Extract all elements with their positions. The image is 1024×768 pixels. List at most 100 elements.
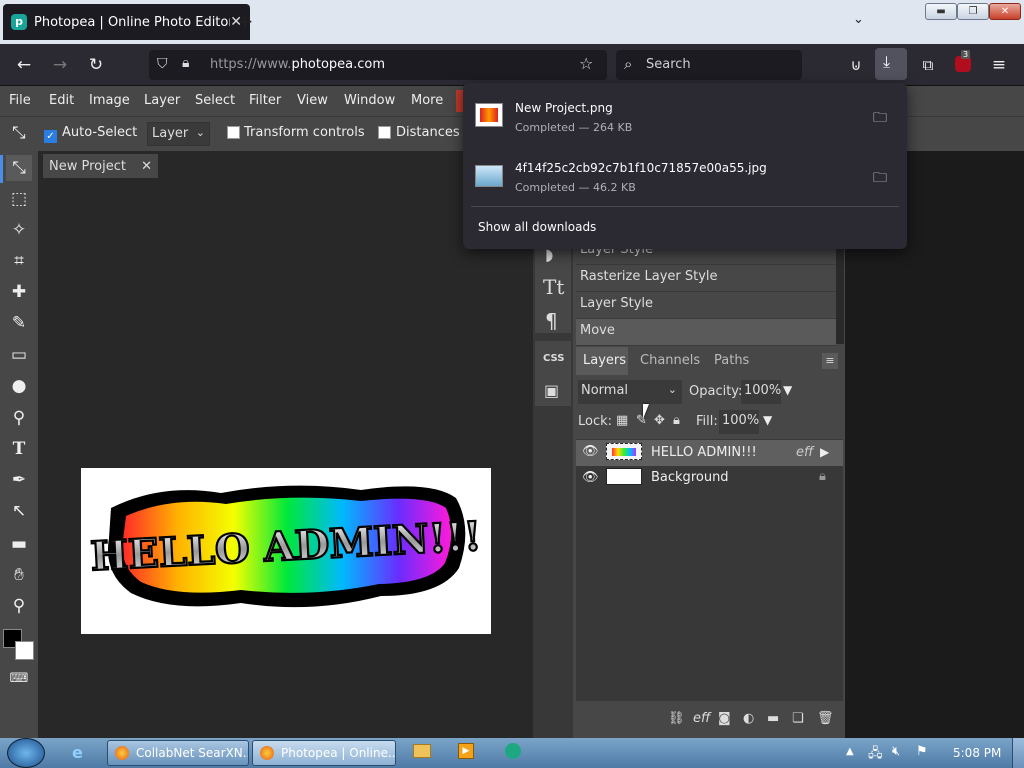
- reload-icon[interactable]: ↻: [82, 51, 110, 79]
- show-in-folder-icon[interactable]: 🗀︎: [873, 167, 887, 191]
- visibility-eye-icon[interactable]: 👁︎: [582, 470, 599, 485]
- menu-select[interactable]: Select: [195, 93, 235, 108]
- document-tab[interactable]: New Project ✕: [43, 154, 158, 178]
- blend-mode-dropdown[interactable]: Normal ⌄: [578, 380, 682, 404]
- start-button[interactable]: [7, 738, 45, 768]
- new-layer-icon[interactable]: ❏: [792, 711, 804, 726]
- media-player-icon[interactable]: ▶: [458, 743, 474, 759]
- history-scrollbar[interactable]: [836, 240, 844, 344]
- new-group-folder-icon[interactable]: ▬: [767, 711, 779, 726]
- path-select-icon[interactable]: ↖: [6, 498, 32, 524]
- opacity-input[interactable]: 100%: [741, 380, 781, 404]
- transform-controls-checkbox[interactable]: [227, 126, 240, 141]
- fill-input[interactable]: 100%: [719, 410, 759, 434]
- download-item[interactable]: New Project.png Completed — 264 KB 🗀︎: [471, 87, 899, 143]
- auto-select-checkbox[interactable]: ✓: [44, 126, 57, 143]
- tab-channels[interactable]: Channels: [640, 353, 700, 368]
- pocket-icon[interactable]: ⊍: [842, 51, 870, 79]
- blur-drop-icon[interactable]: ●: [6, 373, 32, 399]
- lock-all-icon[interactable]: 🔒︎: [673, 413, 680, 428]
- show-all-downloads-link[interactable]: Show all downloads: [478, 220, 596, 234]
- back-arrow-icon[interactable]: ←: [10, 51, 38, 79]
- document-canvas[interactable]: HELLO ADMIN!!!: [81, 468, 491, 634]
- auto-select-target-dropdown[interactable]: Layer ⌄: [147, 122, 210, 146]
- download-item[interactable]: 4f14f25c2cb92c7b1f10c71857e00a55.jpg Com…: [471, 147, 899, 203]
- fill-dropdown-arrow-icon[interactable]: ▼: [763, 413, 772, 427]
- layer-lock-icon[interactable]: 🔒︎: [819, 469, 826, 484]
- background-color-swatch[interactable]: [15, 641, 34, 660]
- layer-effects-icon[interactable]: eff: [796, 445, 813, 460]
- show-hidden-icons-arrow[interactable]: ▲: [846, 746, 854, 757]
- adjustment-layer-icon[interactable]: ◐: [743, 711, 754, 726]
- show-in-folder-icon[interactable]: 🗀︎: [873, 107, 887, 131]
- minimize-button[interactable]: ▬: [925, 3, 957, 20]
- tab-paths[interactable]: Paths: [714, 353, 749, 368]
- app-tray-icon[interactable]: [505, 743, 521, 759]
- healing-brush-icon[interactable]: ✚: [6, 279, 32, 305]
- opacity-dropdown-arrow-icon[interactable]: ▼: [783, 383, 792, 397]
- menu-window[interactable]: Window: [344, 93, 395, 108]
- taskbar-button-collabnet[interactable]: CollabNet SearXN...: [107, 740, 249, 766]
- url-text[interactable]: https://www.photopea.com: [210, 57, 385, 72]
- add-effect-icon[interactable]: eff: [693, 711, 710, 726]
- hamburger-menu-icon[interactable]: ≡: [985, 51, 1013, 79]
- lock-icon[interactable]: 🔒︎: [182, 55, 189, 71]
- volume-muted-icon[interactable]: 🔇︎: [892, 744, 900, 759]
- document-workspace[interactable]: [38, 151, 533, 738]
- new-tab-button[interactable]: +: [234, 10, 256, 32]
- lock-transparency-icon[interactable]: ▦: [616, 413, 628, 428]
- gradient-tool-icon[interactable]: ▭: [6, 342, 32, 368]
- dodge-tool-icon[interactable]: ⚲: [6, 405, 32, 431]
- add-mask-icon[interactable]: ◙: [718, 711, 731, 726]
- menu-layer[interactable]: Layer: [144, 93, 180, 108]
- shield-icon[interactable]: ⛉: [157, 56, 168, 72]
- link-layers-icon[interactable]: ⛓: [668, 711, 685, 726]
- delete-layer-trash-icon[interactable]: 🗑︎: [817, 711, 834, 726]
- show-desktop-button[interactable]: [1012, 738, 1024, 768]
- character-panel-icon[interactable]: Tt: [543, 275, 564, 299]
- ublock-icon[interactable]: 3: [955, 50, 971, 72]
- history-item[interactable]: Layer Style: [576, 292, 836, 319]
- search-input[interactable]: ⌕ Search: [616, 50, 802, 80]
- type-tool-icon[interactable]: T: [6, 436, 32, 462]
- tab-layers[interactable]: Layers: [583, 353, 626, 368]
- magic-wand-icon[interactable]: ✧: [6, 217, 32, 243]
- layer-row-hello-admin[interactable]: 👁︎ HELLO ADMIN!!! eff ▶: [576, 440, 843, 466]
- taskbar-button-photopea[interactable]: Photopea | Online...: [252, 740, 396, 766]
- history-item-current[interactable]: Move: [576, 319, 836, 346]
- pen-tool-icon[interactable]: ✒: [6, 467, 32, 493]
- maximize-button[interactable]: ❐: [957, 3, 989, 20]
- close-document-icon[interactable]: ✕: [141, 159, 152, 174]
- menu-view[interactable]: View: [297, 93, 328, 108]
- keyboard-icon[interactable]: ⌨: [6, 666, 32, 692]
- distances-checkbox[interactable]: [378, 126, 391, 141]
- visibility-eye-icon[interactable]: 👁︎: [582, 444, 599, 459]
- menu-more[interactable]: More: [411, 93, 443, 108]
- forward-arrow-icon[interactable]: →: [46, 51, 74, 79]
- expand-effects-arrow-icon[interactable]: ▶: [820, 445, 829, 459]
- paragraph-panel-icon[interactable]: ¶: [545, 309, 558, 333]
- panel-menu-icon[interactable]: ≡: [822, 353, 838, 369]
- brush-tool-icon[interactable]: ✎: [6, 310, 32, 336]
- hand-tool-icon[interactable]: ✋︎: [6, 562, 32, 588]
- close-window-button[interactable]: ✕: [989, 3, 1021, 20]
- address-bar[interactable]: ⛉ 🔒︎ https://www.photopea.com ☆: [149, 50, 607, 80]
- file-explorer-icon[interactable]: [413, 744, 431, 758]
- history-item[interactable]: Rasterize Layer Style: [576, 265, 836, 292]
- menu-edit[interactable]: Edit: [49, 93, 74, 108]
- list-tabs-chevron-icon[interactable]: ⌄: [853, 12, 864, 27]
- clock[interactable]: 5:08 PM: [953, 746, 1001, 760]
- menu-filter[interactable]: Filter: [249, 93, 281, 108]
- browser-tab-photopea[interactable]: p Photopea | Online Photo Editor ✕: [3, 4, 250, 40]
- css-panel-icon[interactable]: CSS: [543, 353, 564, 364]
- downloads-button[interactable]: ⤓: [875, 48, 907, 80]
- move-tool-icon[interactable]: ⤡: [6, 155, 32, 181]
- layer-row-background[interactable]: 👁︎ Background 🔒︎: [576, 466, 843, 492]
- menu-file[interactable]: File: [9, 93, 31, 108]
- marquee-tool-icon[interactable]: ⬚: [6, 186, 32, 212]
- lock-position-icon[interactable]: ✥: [654, 413, 665, 428]
- bookmark-star-icon[interactable]: ☆: [579, 54, 593, 73]
- network-icon[interactable]: 🖧︎: [868, 744, 883, 766]
- shape-tool-icon[interactable]: ▬: [6, 531, 32, 557]
- menu-image[interactable]: Image: [89, 93, 130, 108]
